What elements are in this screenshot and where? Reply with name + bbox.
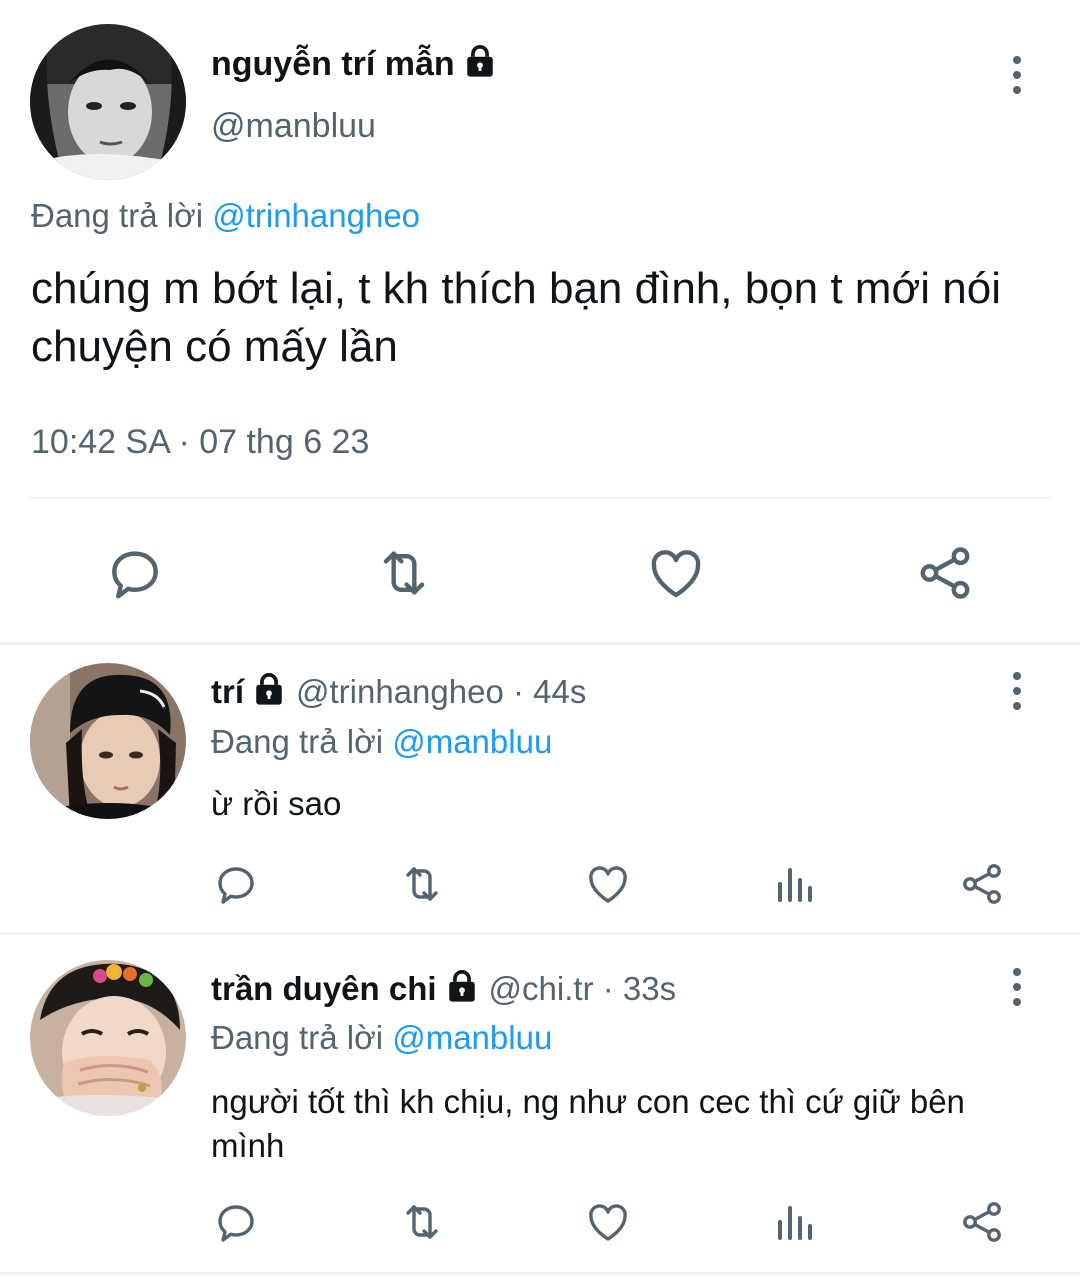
share-icon[interactable] (958, 860, 1006, 908)
like-icon[interactable] (645, 542, 707, 604)
tweet-time[interactable]: · 44s (513, 673, 586, 710)
reply-prefix: Đang trả lời (211, 723, 384, 760)
more-options-icon[interactable] (997, 666, 1037, 716)
views-icon[interactable] (772, 1198, 820, 1246)
section-divider (0, 642, 1080, 645)
tweet-time[interactable]: · 33s (603, 970, 676, 1007)
reply-icon[interactable] (212, 1198, 260, 1246)
display-name-text: nguyễn trí mẫn (211, 45, 455, 83)
more-options-icon[interactable] (997, 962, 1037, 1012)
like-icon[interactable] (584, 1198, 632, 1246)
display-name[interactable]: trần duyên chi (211, 970, 437, 1007)
lock-icon (445, 969, 479, 1012)
retweet-icon[interactable] (396, 1198, 448, 1246)
handle[interactable]: @manbluu (211, 106, 376, 146)
tweet-text: ừ rồi sao (211, 785, 342, 822)
reply-prefix: Đang trả lời (211, 1019, 384, 1056)
avatar[interactable] (30, 24, 186, 180)
retweet-icon[interactable] (371, 542, 437, 604)
avatar[interactable] (30, 663, 186, 819)
tweet-header: trần duyên chi @chi.tr · 33s (211, 969, 676, 1012)
avatar[interactable] (30, 960, 186, 1116)
reply-context: Đang trả lời @manbluu (211, 722, 552, 762)
reply-to-link[interactable]: @manbluu (392, 723, 552, 760)
tweet-text: người tốt thì kh chịu, ng như con cec th… (211, 1083, 965, 1164)
retweet-icon[interactable] (396, 860, 448, 908)
reply-to-link[interactable]: @trinhangheo (212, 197, 420, 234)
timestamp[interactable]: 10:42 SA · 07 thg 6 23 (31, 422, 369, 462)
share-icon[interactable] (914, 542, 976, 604)
reply-to-link[interactable]: @manbluu (392, 1019, 552, 1056)
handle[interactable]: @chi.tr (489, 970, 594, 1007)
views-icon[interactable] (772, 860, 820, 908)
more-options-icon[interactable] (997, 50, 1037, 100)
lock-icon (463, 44, 497, 87)
reply-context: Đang trả lời @trinhangheo (31, 196, 420, 236)
reply-icon[interactable] (104, 542, 166, 604)
share-icon[interactable] (958, 1198, 1006, 1246)
handle[interactable]: @trinhangheo (296, 673, 504, 710)
display-name[interactable]: nguyễn trí mẫn (211, 44, 497, 87)
tweet-text: chúng m bớt lại, t kh thích bạn đình, bọ… (31, 264, 1002, 371)
reply-context: Đang trả lời @manbluu (211, 1018, 552, 1058)
section-divider (0, 932, 1080, 935)
tweet-header: trí @trinhangheo · 44s (211, 672, 586, 715)
section-divider (0, 1272, 1080, 1275)
display-name[interactable]: trí (211, 673, 244, 710)
reply-prefix: Đang trả lời (31, 197, 204, 234)
like-icon[interactable] (584, 860, 632, 908)
reply-icon[interactable] (212, 860, 260, 908)
divider (30, 497, 1050, 499)
lock-icon (252, 672, 286, 715)
